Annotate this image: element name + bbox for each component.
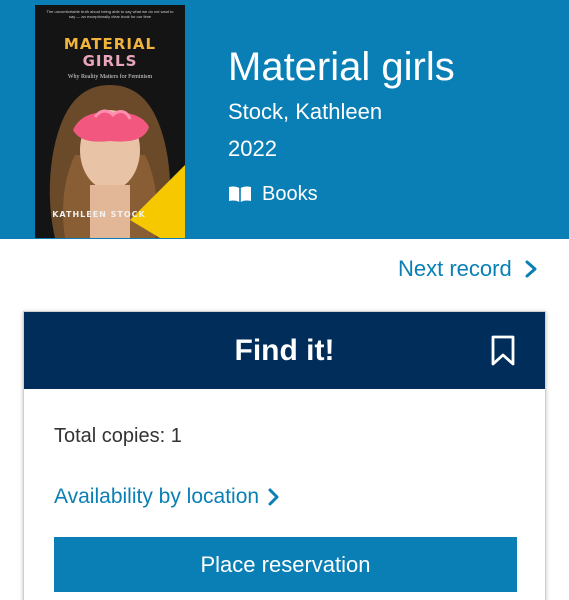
record-year: 2022	[228, 136, 277, 161]
find-it-heading: Find it!	[234, 334, 335, 367]
book-cover-image: The uncomfortable truth about being able…	[35, 5, 185, 238]
find-it-panel: Find it! Total copies: 1 Availability by…	[23, 311, 546, 600]
format-label: Books	[262, 182, 318, 205]
availability-label: Availability by location	[54, 485, 260, 508]
record-header: The uncomfortable truth about being able…	[0, 0, 569, 239]
cover-title-line2: GIRLS	[82, 52, 138, 70]
next-record-link[interactable]: Next record	[398, 255, 542, 283]
record-author: Stock, Kathleen	[228, 99, 383, 124]
place-reservation-button[interactable]: Place reservation	[54, 537, 517, 592]
cover-blurb: The uncomfortable truth about being able…	[46, 9, 174, 19]
chevron-right-icon	[525, 260, 537, 278]
cover-subtitle: Why Reality Matters for Feminism	[67, 74, 153, 80]
record-format: Books	[228, 181, 318, 207]
total-copies: Total copies: 1	[54, 425, 182, 447]
next-record-label: Next record	[398, 256, 512, 281]
find-it-header: Find it!	[24, 312, 545, 389]
chevron-right-icon	[268, 488, 279, 506]
cover-title-line1: MATERIAL	[63, 35, 157, 53]
record-title: Material girls	[228, 45, 455, 89]
availability-by-location-link[interactable]: Availability by location	[54, 484, 283, 510]
open-book-icon	[229, 186, 251, 202]
bookmark-icon[interactable]	[490, 335, 516, 367]
cover-author: KATHLEEN STOCK	[52, 210, 146, 219]
